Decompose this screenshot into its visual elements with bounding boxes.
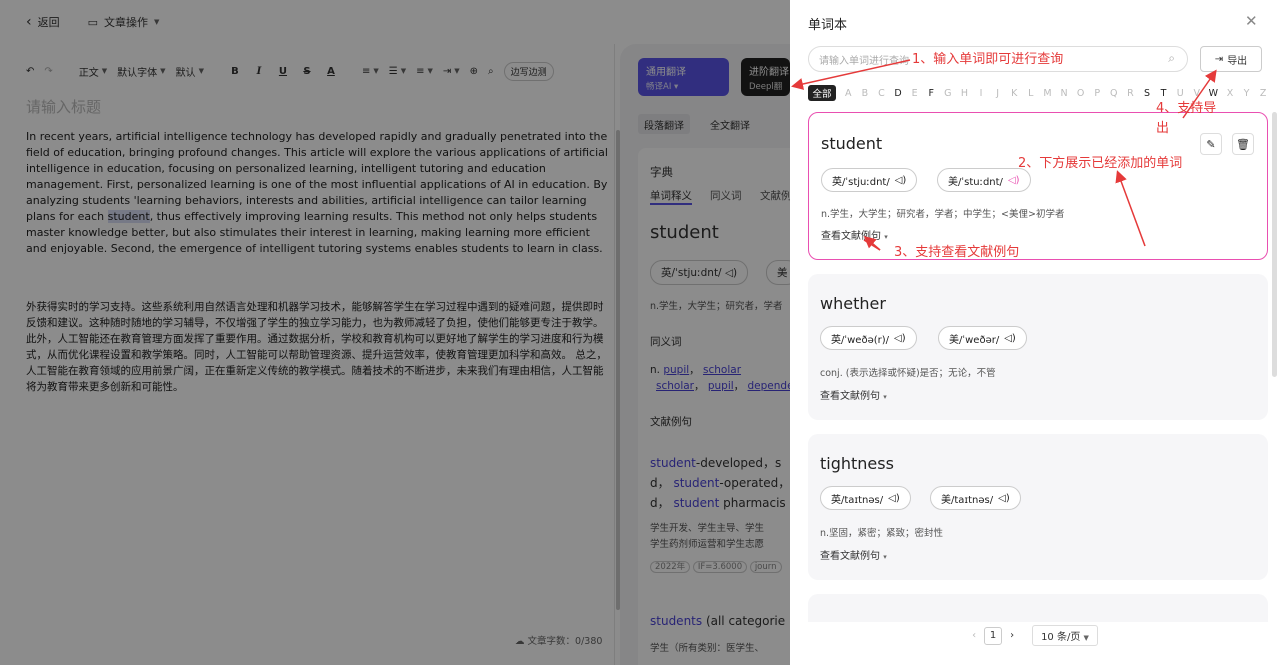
word-meaning: n.学生，大学生；研究者，学者；中学生；<美俚>初学者 (821, 209, 1065, 220)
phonetic-us[interactable]: 美/taɪtnəs/◁) (930, 486, 1021, 510)
alpha-letter[interactable]: G (940, 88, 957, 99)
phonetic-uk[interactable]: 英/ˈstjuːdnt/◁) (821, 168, 918, 192)
speaker-icon: ◁) (888, 492, 900, 504)
alpha-letter[interactable]: S (1139, 88, 1156, 99)
trash-icon[interactable]: 🗑 (1232, 133, 1254, 155)
list-scrollbar[interactable] (1272, 112, 1277, 377)
page-number[interactable]: 1 (984, 626, 1003, 645)
phonetic-uk[interactable]: 英/ˈweðə(r)/◁) (820, 326, 917, 350)
prev-page-icon[interactable]: ‹ (972, 630, 976, 641)
word-list: student ✎ 🗑 英/ˈstjuːdnt/◁) 美/ˈstuːdnt/◁)… (808, 112, 1268, 622)
speaker-icon: ◁) (894, 332, 906, 344)
word-card[interactable]: whether 英/ˈweðə(r)/◁) 美/ˈweðər/◁) conj. … (808, 274, 1268, 420)
export-button[interactable]: ⇥ 导出 (1200, 46, 1262, 72)
annotation-2: 2、下方展示已经添加的单词 (1018, 156, 1183, 171)
alpha-letter[interactable]: H (956, 88, 973, 99)
view-examples-link[interactable]: 查看文献例句 ▾ (820, 387, 887, 402)
word-card[interactable]: tightness 英/taɪtnəs/◁) 美/taɪtnəs/◁) n.坚固… (808, 434, 1268, 580)
phonetic-us[interactable]: 美/ˈstuːdnt/◁) (937, 168, 1031, 192)
alpha-letter[interactable]: O (1072, 88, 1089, 99)
alpha-letter[interactable]: Z (1255, 88, 1272, 99)
alpha-letter[interactable]: L (1023, 88, 1040, 99)
alpha-letter[interactable]: Q (1106, 88, 1123, 99)
alpha-all[interactable]: 全部 (808, 85, 836, 101)
modal-overlay[interactable] (0, 0, 790, 665)
word-card[interactable]: student ✎ 🗑 英/ˈstjuːdnt/◁) 美/ˈstuːdnt/◁)… (808, 112, 1268, 260)
alpha-letter[interactable]: B (857, 88, 874, 99)
word-title: tightness (820, 454, 894, 473)
speaker-icon: ◁) (998, 492, 1010, 504)
speaker-icon: ◁) (1004, 332, 1016, 344)
word-card[interactable] (808, 594, 1268, 622)
annotation-1: 1、输入单词即可进行查询 (912, 52, 1064, 67)
alpha-letter[interactable]: F (923, 88, 940, 99)
alpha-letter[interactable]: J (989, 88, 1006, 99)
alpha-letter[interactable]: M (1039, 88, 1056, 99)
edit-icon[interactable]: ✎ (1200, 133, 1222, 155)
alpha-letter[interactable]: N (1056, 88, 1073, 99)
alpha-letter[interactable]: I (973, 88, 990, 99)
next-page-icon[interactable]: › (1010, 630, 1014, 641)
pagination: ‹ 1 › 10 条/页 ▼ (790, 625, 1280, 646)
search-icon[interactable]: ⌕ (1168, 51, 1175, 66)
speaker-icon: ◁) (1007, 174, 1020, 186)
alpha-letter[interactable]: R (1122, 88, 1139, 99)
alpha-letter[interactable]: P (1089, 88, 1106, 99)
word-title: student (821, 134, 883, 153)
view-examples-link[interactable]: 查看文献例句 ▾ (821, 227, 888, 242)
close-icon[interactable]: ✕ (1245, 12, 1258, 30)
drawer-title: 单词本 (808, 18, 848, 33)
annotation-3: 3、支持查看文献例句 (894, 245, 1020, 260)
annotation-4a: 4、支持导 (1156, 101, 1217, 116)
alpha-letter[interactable]: K (1006, 88, 1023, 99)
speaker-icon: ◁) (894, 174, 907, 186)
alpha-letter[interactable]: E (906, 88, 923, 99)
phonetic-us[interactable]: 美/ˈweðər/◁) (938, 326, 1027, 350)
word-meaning: n.坚固，紧密；紧致；密封性 (820, 528, 944, 539)
view-examples-link[interactable]: 查看文献例句 ▾ (820, 547, 887, 562)
alpha-letter[interactable]: C (873, 88, 890, 99)
page-size-select[interactable]: 10 条/页 ▼ (1032, 625, 1098, 646)
word-meaning: conj. (表示选择或怀疑)是否；无论，不管 (820, 368, 996, 379)
annotation-4b: 出 (1156, 121, 1170, 136)
word-title: whether (820, 294, 886, 313)
alpha-letter[interactable]: X (1222, 88, 1239, 99)
alpha-letter[interactable]: A (840, 88, 857, 99)
export-icon: ⇥ (1214, 53, 1224, 65)
alpha-letter[interactable]: Y (1238, 88, 1255, 99)
alpha-letter[interactable]: D (890, 88, 907, 99)
phonetic-uk[interactable]: 英/taɪtnəs/◁) (820, 486, 911, 510)
